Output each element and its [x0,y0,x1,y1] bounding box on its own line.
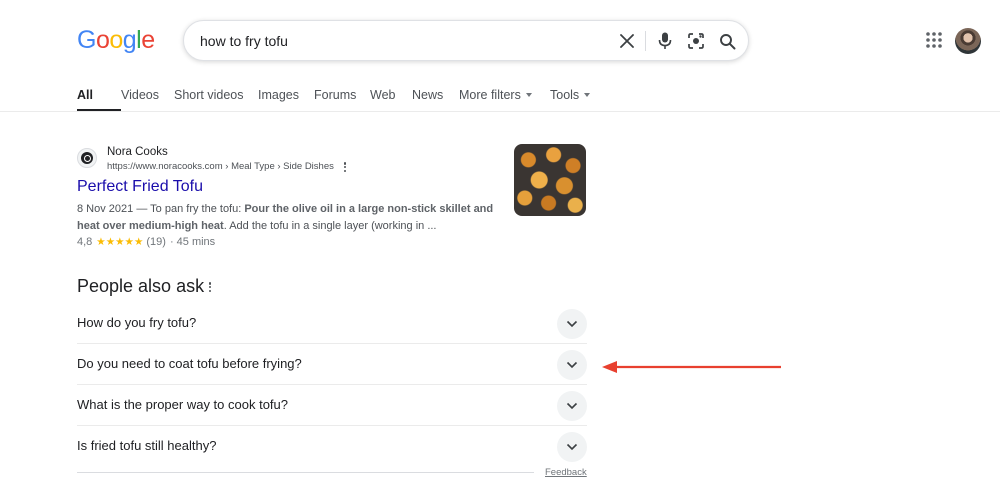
microphone-icon[interactable] [655,31,675,51]
chevron-down-icon[interactable] [557,432,587,462]
user-avatar[interactable] [955,28,981,54]
logo-letter: o [95,26,110,54]
paa-question[interactable]: What is the proper way to cook tofu? [77,385,587,426]
more-options-icon[interactable] [207,280,213,294]
search-divider [645,31,646,51]
tab-all[interactable]: All [77,86,121,112]
logo-letter: G [77,26,96,54]
tab-label: All [77,88,93,102]
tab-videos[interactable]: Videos [121,86,174,112]
search-box [183,20,749,61]
tab-short-videos[interactable]: Short videos [174,86,258,112]
chevron-down-icon[interactable] [557,391,587,421]
search-icon[interactable] [717,31,737,51]
paa-question-text: What is the proper way to cook tofu? [77,397,288,412]
site-name[interactable]: Nora Cooks [107,146,168,158]
caret-down-icon [525,93,532,97]
site-logo-icon [81,152,93,164]
feedback-link[interactable]: Feedback [545,467,587,478]
tab-news[interactable]: News [412,86,459,112]
tab-label: Web [370,88,396,102]
tab-tools[interactable]: Tools [550,86,595,112]
grid-apps-icon[interactable] [925,31,943,49]
tab-label: Forums [314,88,357,102]
logo-letter: e [141,26,155,54]
rating-value: 4,8 [77,236,93,248]
tab-forums[interactable]: Forums [314,86,370,112]
tab-label: Images [258,88,299,102]
cook-duration: · 45 mins [169,236,216,248]
tab-web[interactable]: Web [370,86,412,112]
snippet-date: 8 Nov 2021 — To pan fry the tofu: [77,203,245,215]
star-rating-icon: ★★★★★ [96,236,144,248]
paa-question-text: How do you fry tofu? [77,315,197,330]
result-snippet: 8 Nov 2021 — To pan fry the tofu: Pour t… [77,201,502,235]
tab-label: More filters [459,88,521,102]
logo-letter: g [122,26,137,54]
tab-label: Tools [550,88,580,102]
result-rating: 4,8 ★★★★★ (19) · 45 mins [77,236,215,248]
logo-letter: o [109,26,123,54]
fried-tofu-image[interactable] [514,144,586,216]
search-tabs: All Videos Short videos Images Forums We… [77,86,595,112]
rating-count: (19) [146,236,166,248]
camera-lens-icon[interactable] [686,31,706,51]
paa-question[interactable]: Is fried tofu still healthy? [77,426,587,467]
google-logo[interactable]: G o o g l e [77,27,155,53]
more-options-icon[interactable] [341,160,349,174]
snippet-rest: . Add the tofu in a single layer (workin… [223,220,437,232]
annotation-arrow-icon [602,361,781,373]
chevron-down-icon[interactable] [557,309,587,339]
search-input[interactable] [200,21,580,60]
paa-question-text: Do you need to coat tofu before frying? [77,356,302,371]
site-url[interactable]: https://www.noracooks.com › Meal Type › … [107,161,334,172]
paa-question[interactable]: Do you need to coat tofu before frying? [77,344,587,385]
paa-divider [77,472,534,473]
paa-question-text: Is fried tofu still healthy? [77,438,217,453]
tab-images[interactable]: Images [258,86,314,112]
tabs-divider [0,111,1000,112]
site-favicon[interactable] [77,148,97,168]
chevron-down-icon[interactable] [557,350,587,380]
result-title-link[interactable]: Perfect Fried Tofu [77,178,203,196]
people-also-ask-heading: People also ask [77,276,205,296]
caret-down-icon [584,93,591,97]
tab-label: News [412,88,444,102]
tab-label: Short videos [174,88,244,102]
tab-more-filters[interactable]: More filters [459,86,550,112]
close-icon[interactable] [617,31,637,51]
tab-label: Videos [121,88,159,102]
paa-question[interactable]: How do you fry tofu? [77,303,587,344]
